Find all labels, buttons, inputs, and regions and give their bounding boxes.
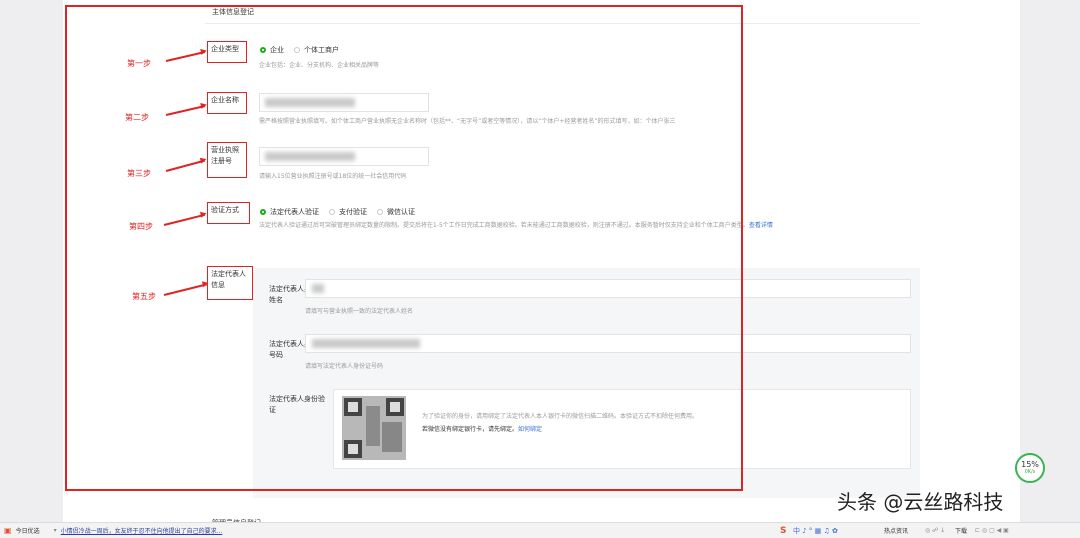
ime-tray-icons[interactable]: 中 ♪ ° ▦ ♫ ✿	[793, 526, 838, 536]
taskbar: ▣ 今日优选 ▾ 小情侣冷战一周后，女友终于忍不住向他提出了自己的要求... S…	[0, 522, 1080, 538]
step-5-label: 第五步	[132, 292, 156, 301]
left-gutter	[0, 0, 63, 522]
net-rate: 0K/s	[1024, 469, 1036, 475]
watermark: 头条 @云丝路科技	[837, 490, 1004, 514]
view-details-link[interactable]: 查看详情	[749, 222, 773, 229]
sogou-icon[interactable]: S	[780, 526, 786, 536]
step-3-label: 第三步	[127, 169, 151, 178]
news-link[interactable]: 小情侣冷战一周后，女友终于忍不住向他提出了自己的要求...	[61, 526, 223, 535]
step-2-label: 第二步	[125, 113, 149, 122]
system-tray-icons: ⊏ ◎ ▢ ◀ ▣	[975, 527, 1009, 534]
download-label[interactable]: 下载	[955, 526, 967, 535]
right-gutter	[1020, 0, 1080, 522]
step-4-label: 第四步	[129, 222, 153, 231]
taskbar-app[interactable]: 今日优选	[16, 526, 40, 535]
chevron-down-icon: ▾	[53, 527, 57, 534]
net-percent: 15%	[1021, 460, 1039, 469]
tray-icons: ◎ ☍ ↓	[925, 527, 946, 534]
network-speed-widget[interactable]: 15% 0K/s	[1015, 453, 1045, 483]
step-1-label: 第一步	[127, 59, 151, 68]
gift-icon: ▣	[4, 526, 12, 535]
annotation-frame	[65, 5, 743, 491]
tray-news[interactable]: 热点资讯	[884, 526, 908, 535]
